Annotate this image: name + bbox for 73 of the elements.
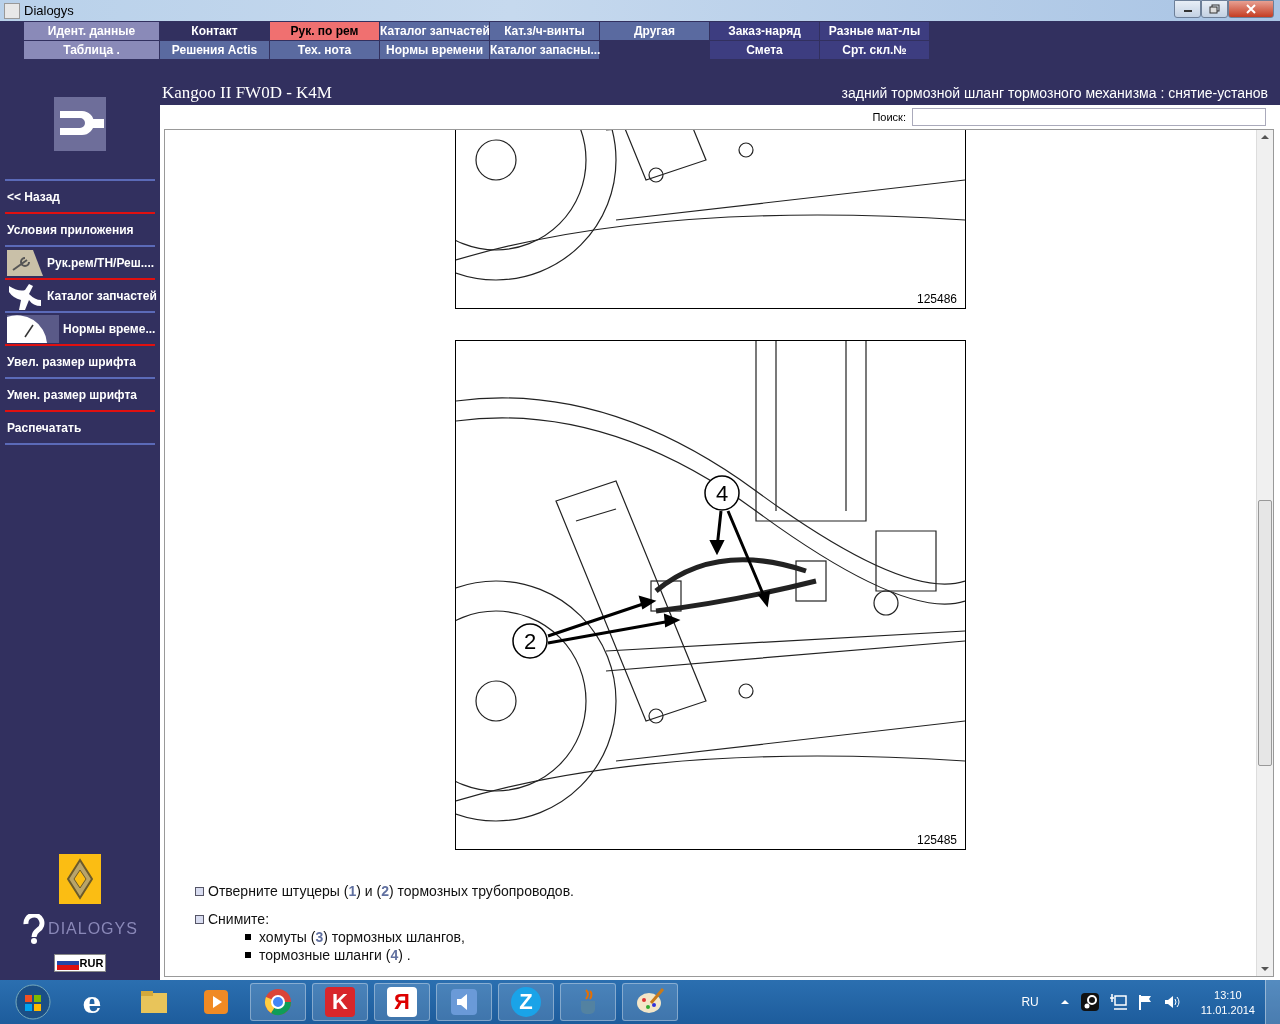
menu-tab[interactable]: Кат.з/ч-винты bbox=[490, 22, 599, 40]
menu-tab[interactable]: Решения Actis bbox=[160, 41, 269, 59]
bullet-icon bbox=[195, 886, 204, 896]
figure-number: 125486 bbox=[916, 292, 957, 306]
sidebar-item[interactable]: Умен. размер шрифта bbox=[5, 377, 155, 410]
wrench-icon bbox=[7, 249, 43, 276]
bullet-icon bbox=[245, 934, 251, 940]
clock-icon bbox=[7, 314, 59, 343]
sidebar-item[interactable]: Нормы време... bbox=[5, 311, 155, 344]
menu-tab[interactable]: Срт. скл.№ bbox=[820, 41, 929, 59]
close-button[interactable] bbox=[1228, 0, 1274, 18]
maximize-button[interactable] bbox=[1201, 0, 1228, 18]
scrollbar[interactable] bbox=[1256, 130, 1273, 976]
play-icon bbox=[201, 987, 231, 1017]
bullet-icon bbox=[245, 952, 251, 958]
procedure-title: задний тормозной шланг тормозного механизма : снятие-установ bbox=[841, 84, 1268, 101]
steam-icon[interactable] bbox=[1080, 993, 1099, 1011]
minimize-button[interactable] bbox=[1174, 0, 1201, 18]
instruction-text: Отверните штуцеры (1) и (2) тормозных трубопроводов. bbox=[208, 883, 574, 899]
browser-icon bbox=[263, 987, 293, 1017]
speaker-icon bbox=[449, 987, 479, 1017]
brand-name: DIALOGYS bbox=[48, 920, 138, 938]
window-title: Dialogys bbox=[24, 3, 74, 18]
speaker-icon[interactable] bbox=[1162, 993, 1181, 1011]
menu-tab[interactable]: Идент. данные bbox=[24, 22, 159, 40]
network-icon[interactable] bbox=[1108, 993, 1127, 1011]
menu-tab[interactable]: Нормы времени bbox=[380, 41, 489, 59]
callout-number: 4 bbox=[715, 481, 729, 506]
instruction-text: Снимите: bbox=[208, 911, 270, 927]
instruction-text: хомуты (3) тормозных шлангов, bbox=[259, 929, 465, 945]
menu-tab[interactable]: Смета bbox=[710, 41, 819, 59]
clock-time[interactable]: 13:10 bbox=[1214, 988, 1242, 1001]
menu-tab[interactable]: Заказ-наряд bbox=[710, 22, 819, 40]
vehicle-title: Kangoo II FW0D - K4M bbox=[162, 82, 332, 103]
bracket-icon bbox=[7, 281, 43, 310]
maximize-icon bbox=[1208, 4, 1221, 14]
sidebar-item[interactable]: Рук.рем/ТН/Реш.... bbox=[5, 245, 155, 278]
taskbar-app-button[interactable] bbox=[622, 983, 678, 1021]
search-field[interactable] bbox=[912, 108, 1266, 126]
question-mark-icon bbox=[22, 914, 47, 944]
figure-number: 125485 bbox=[916, 833, 957, 847]
sidebar-item[interactable]: Увел. размер шрифта bbox=[5, 344, 155, 377]
callout-circle bbox=[704, 475, 740, 511]
flag-icon[interactable] bbox=[1136, 993, 1153, 1011]
taskbar-app-button[interactable] bbox=[436, 983, 492, 1021]
taskbar-app-button[interactable]: e bbox=[64, 983, 120, 1021]
instruction-text: тормозные шланги (4) . bbox=[259, 947, 411, 963]
callout-number: 2 bbox=[523, 629, 537, 654]
callout-circle bbox=[512, 623, 548, 659]
scrollbar-thumb[interactable] bbox=[1258, 500, 1272, 766]
menu-tab[interactable]: Другая bbox=[600, 22, 709, 40]
menu-tab[interactable]: Каталог запчастей bbox=[380, 22, 489, 40]
taskbar-app-button[interactable] bbox=[250, 983, 306, 1021]
language-indicator[interactable]: RU bbox=[1021, 995, 1039, 1009]
sidebar-item[interactable]: Распечатать bbox=[5, 410, 155, 443]
sidebar-item[interactable]: Каталог запчастей bbox=[5, 278, 155, 311]
taskbar-app-button[interactable]: Я bbox=[374, 983, 430, 1021]
clock-date[interactable]: 11.01.2014 bbox=[1200, 1003, 1255, 1016]
search-label: Поиск: bbox=[872, 111, 906, 123]
menu-tab[interactable]: Рук. по рем bbox=[270, 22, 379, 40]
menu-tab[interactable]: Каталог запасны... bbox=[490, 41, 599, 59]
diamond-logo-icon bbox=[59, 854, 101, 904]
menu-tab[interactable]: Разные мат-лы bbox=[820, 22, 929, 40]
close-icon bbox=[1245, 4, 1257, 14]
app-icon bbox=[4, 2, 20, 19]
wrench-logo-icon bbox=[54, 97, 106, 151]
bullet-icon bbox=[195, 914, 204, 924]
menu-tab[interactable]: Таблица . bbox=[24, 41, 159, 59]
taskbar-app-button[interactable]: K bbox=[312, 983, 368, 1021]
sidebar-item[interactable]: Условия приложения bbox=[5, 212, 155, 245]
currency-badge[interactable]: RUR bbox=[53, 954, 107, 972]
menu-tab[interactable]: Тех. нота bbox=[270, 41, 379, 59]
sidebar-item[interactable]: << Назад bbox=[5, 179, 155, 212]
